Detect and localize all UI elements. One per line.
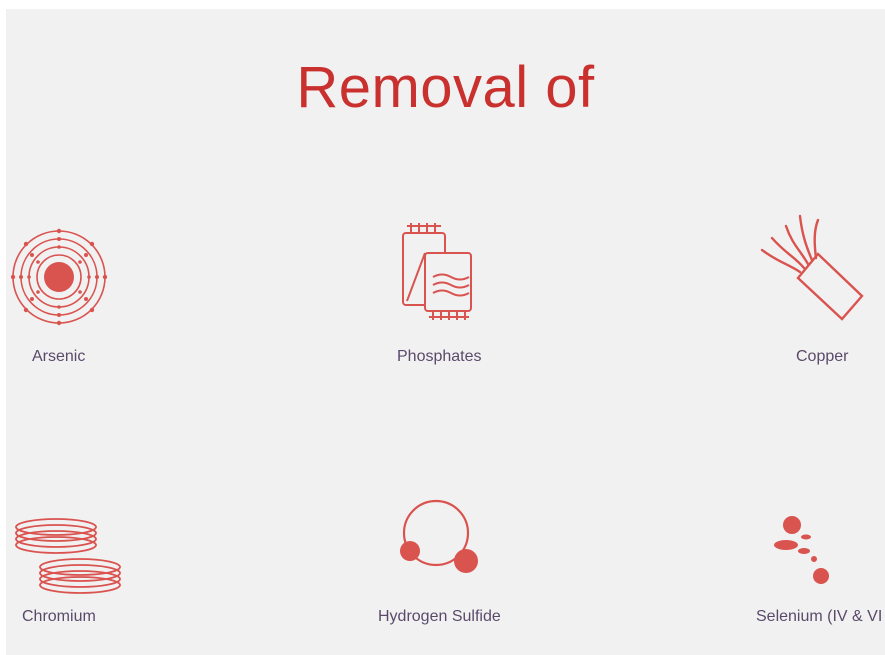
- copper-wire-icon: [760, 214, 864, 321]
- atom-icon: [11, 228, 107, 326]
- particles-icon: [774, 516, 829, 584]
- item-label: Copper: [796, 348, 849, 365]
- coiled-rings-icon: [15, 518, 121, 594]
- filter-pads-icon: [402, 223, 472, 320]
- item-label: Selenium (IV & VI: [756, 608, 883, 625]
- molecule-icon: [400, 499, 478, 573]
- removal-panel: Removal of Arsenic Phosphates Copper Chr…: [6, 9, 885, 655]
- item-label: Arsenic: [32, 348, 86, 365]
- item-label: Phosphates: [397, 348, 482, 365]
- item-label: Hydrogen Sulfide: [378, 608, 501, 625]
- item-label: Chromium: [22, 608, 96, 625]
- page-title: Removal of: [296, 55, 595, 120]
